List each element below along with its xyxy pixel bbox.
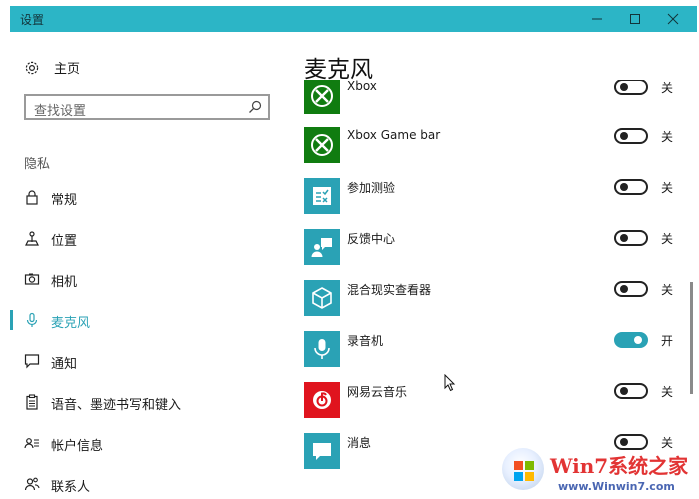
app-permission-toggle[interactable] — [614, 383, 648, 399]
netease-music-icon — [304, 382, 340, 418]
app-permission-toggle[interactable] — [614, 128, 648, 144]
sidebar-item-label: 帐户信息 — [51, 439, 104, 454]
scrollbar-thumb[interactable] — [690, 282, 693, 394]
sidebar-item-location[interactable]: 位置 — [10, 223, 280, 253]
sidebar-item-microphone[interactable]: 麦克风 — [10, 305, 280, 335]
sidebar-item-notifications[interactable]: 通知 — [10, 346, 280, 376]
search-input[interactable]: 查找设置 — [24, 94, 270, 120]
toggle-state-label: 关 — [661, 81, 674, 95]
sidebar-item-label: 语音、墨迹书写和键入 — [51, 398, 182, 413]
sidebar: 主页 查找设置 隐私 常规 位置 相机 麦克风 通知 语音、墨迹书写和键入 帐户… — [10, 32, 280, 498]
sidebar-item-label: 联系人 — [51, 480, 91, 495]
account-info-icon — [24, 435, 40, 451]
minimize-icon — [592, 18, 602, 20]
watermark-url: www.Winwin7.com — [558, 480, 675, 493]
microphone-icon — [24, 312, 40, 328]
app-name: 反馈中心 — [347, 232, 396, 246]
list-item: 混合现实查看器 关 — [304, 280, 684, 316]
sidebar-item-label: 常规 — [51, 193, 78, 208]
windows-logo-icon — [502, 448, 544, 490]
xbox-icon — [304, 127, 340, 163]
sidebar-item-label: 通知 — [51, 357, 78, 372]
camera-icon — [24, 271, 40, 287]
app-permission-toggle[interactable] — [614, 179, 648, 195]
message-icon — [304, 433, 340, 469]
maximize-button[interactable] — [616, 6, 654, 32]
watermark: Win7系统之家 www.Winwin7.com — [500, 444, 699, 498]
app-name: 网易云音乐 — [347, 385, 408, 399]
sidebar-item-speech-inking[interactable]: 语音、墨迹书写和键入 — [10, 387, 280, 417]
mouse-cursor-icon — [444, 374, 456, 392]
maximize-icon — [630, 14, 640, 24]
list-item: 网易云音乐 关 — [304, 382, 684, 418]
home-label: 主页 — [54, 62, 81, 77]
toggle-state-label: 关 — [661, 130, 674, 144]
search-icon — [249, 100, 262, 113]
toggle-state-label: 关 — [661, 385, 674, 399]
notification-icon — [24, 353, 40, 369]
location-icon — [24, 230, 40, 246]
toggle-state-label: 关 — [661, 283, 674, 297]
close-icon — [667, 13, 679, 25]
checklist-icon — [304, 178, 340, 214]
page-title: 麦克风 — [304, 57, 373, 83]
home-nav-item[interactable]: 主页 — [24, 58, 80, 77]
cube-icon — [304, 280, 340, 316]
toggle-state-label: 关 — [661, 181, 674, 195]
selection-indicator — [10, 310, 13, 330]
watermark-title: Win7系统之家 — [550, 454, 689, 478]
window-title: 设置 — [20, 13, 45, 27]
microphone-icon — [304, 331, 340, 367]
privacy-section-label: 隐私 — [24, 157, 51, 172]
gear-icon — [25, 61, 39, 74]
main-content: Xbox 关 麦克风 Xbox Game bar 关 参加测验 关 反馈中心 关… — [280, 32, 697, 498]
app-name: Xbox Game bar — [347, 128, 441, 142]
app-permission-toggle[interactable] — [614, 281, 648, 297]
app-name: 参加测验 — [347, 181, 396, 195]
title-bar: 设置 — [10, 6, 697, 32]
app-name: 消息 — [347, 436, 372, 450]
app-name: 混合现实查看器 — [347, 283, 432, 297]
sidebar-item-camera[interactable]: 相机 — [10, 264, 280, 294]
minimize-button[interactable] — [578, 6, 616, 32]
app-permission-toggle[interactable] — [614, 79, 648, 95]
feedback-icon — [304, 229, 340, 265]
sidebar-item-label: 相机 — [51, 275, 78, 290]
contacts-icon — [24, 476, 40, 492]
toggle-state-label: 开 — [661, 334, 674, 348]
app-name: 录音机 — [347, 334, 384, 348]
search-placeholder: 查找设置 — [34, 104, 87, 119]
list-item: Xbox Game bar 关 — [304, 127, 684, 163]
app-permission-toggle[interactable] — [614, 230, 648, 246]
app-permission-toggle[interactable] — [614, 332, 648, 348]
sidebar-item-contacts[interactable]: 联系人 — [10, 469, 280, 499]
lock-icon — [24, 189, 40, 205]
sidebar-item-label: 麦克风 — [51, 316, 91, 331]
list-item: 反馈中心 关 — [304, 229, 684, 265]
list-item: 参加测验 关 — [304, 178, 684, 214]
sidebar-item-general[interactable]: 常规 — [10, 182, 280, 212]
sidebar-item-label: 位置 — [51, 234, 78, 249]
sidebar-item-account-info[interactable]: 帐户信息 — [10, 428, 280, 458]
close-button[interactable] — [654, 6, 692, 32]
toggle-state-label: 关 — [661, 232, 674, 246]
list-item: 录音机 开 — [304, 331, 684, 367]
clipboard-icon — [24, 394, 40, 410]
window-margin-left — [0, 0, 10, 498]
